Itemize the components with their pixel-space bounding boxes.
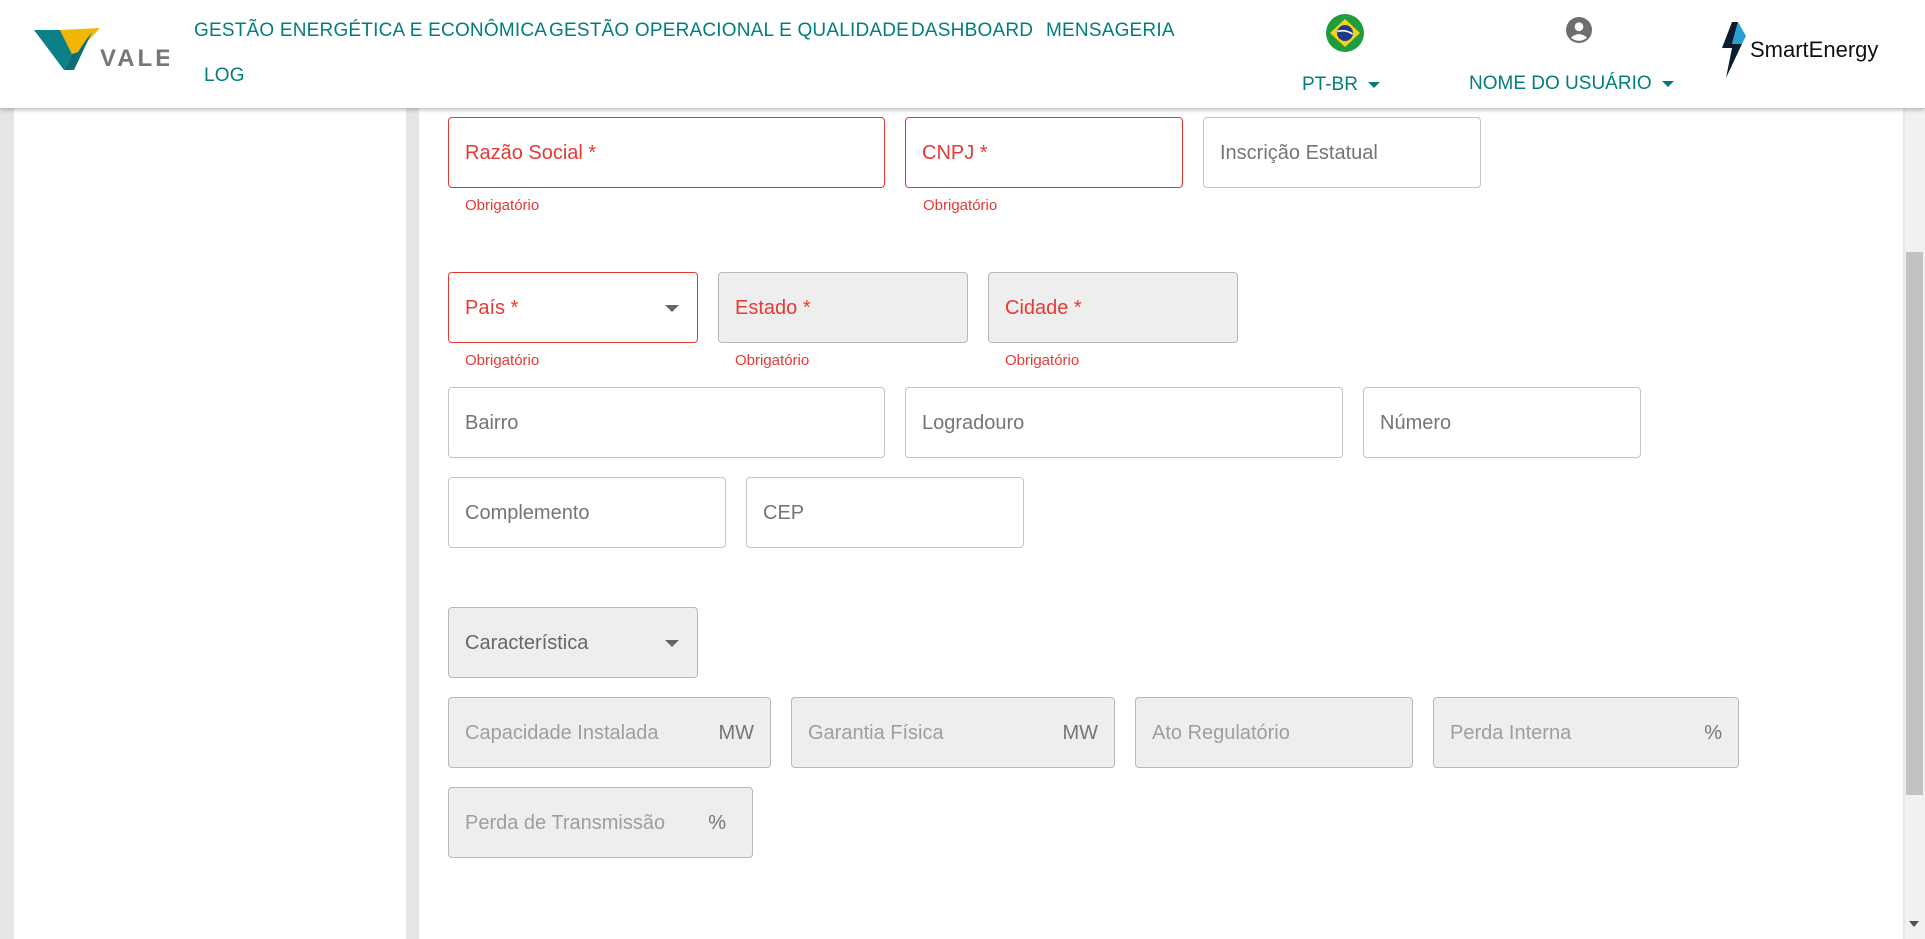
inscricao-estatual-label: Inscrição Estatual (1220, 142, 1378, 164)
garantia-unit: MW (1062, 722, 1098, 744)
capacidade-instalada-field[interactable]: Capacidade Instalada MW (448, 697, 771, 768)
logradouro-field[interactable]: Logradouro (905, 387, 1343, 458)
nav-gestao-operacional[interactable]: GESTÃO OPERACIONAL E QUALIDADE (549, 20, 909, 42)
cidade-label: Cidade * (1005, 297, 1082, 319)
vale-logo-text: VALE (100, 45, 169, 72)
cep-label: CEP (763, 502, 805, 524)
scroll-down-arrow-icon[interactable] (1909, 921, 1919, 927)
top-header: VALE GESTÃO ENERGÉTICA E ECONÔMICA GESTÃ… (0, 0, 1925, 108)
dropdown-arrow-icon (665, 305, 679, 312)
razao-social-helper: Obrigatório (465, 197, 540, 214)
logradouro-label: Logradouro (922, 412, 1025, 434)
perda-interna-field[interactable]: Perda Interna % (1433, 697, 1739, 768)
bairro-field[interactable]: Bairro (448, 387, 885, 458)
ato-regulatorio-label: Ato Regulatório (1152, 722, 1290, 744)
nav-mensageria[interactable]: MENSAGERIA (1046, 20, 1175, 42)
language-label: PT-BR (1302, 74, 1358, 95)
complemento-field[interactable]: Complemento (448, 477, 726, 548)
nav-gestao-energetica[interactable]: GESTÃO ENERGÉTICA E ECONÔMICA (194, 20, 547, 42)
cnpj-field[interactable]: CNPJ * (905, 117, 1183, 188)
bairro-label: Bairro (465, 412, 519, 434)
cidade-helper: Obrigatório (1005, 352, 1080, 369)
cnpj-label: CNPJ * (922, 142, 988, 164)
cep-field[interactable]: CEP (746, 477, 1024, 548)
razao-social-field[interactable]: Razão Social * (448, 117, 885, 188)
caracteristica-label: Característica (465, 632, 589, 654)
caracteristica-select[interactable]: Característica (448, 607, 698, 678)
perda-transmissao-unit: % (708, 812, 726, 834)
left-panel (14, 108, 406, 939)
perda-interna-label: Perda Interna (1450, 722, 1572, 744)
capacidade-instalada-label: Capacidade Instalada (465, 722, 659, 744)
capacidade-unit: MW (718, 722, 754, 744)
estado-label: Estado * (735, 297, 811, 319)
perda-transmissao-label: Perda de Transmissão (465, 812, 666, 834)
perda-transmissao-field[interactable]: Perda de Transmissão % (448, 787, 753, 858)
complemento-label: Complemento (465, 502, 590, 524)
numero-field[interactable]: Número (1363, 387, 1641, 458)
chevron-down-icon (1661, 80, 1674, 87)
pais-label: País * (465, 297, 519, 319)
pais-helper: Obrigatório (465, 352, 540, 369)
smartenergy-logo-text: SmartEnergy (1750, 37, 1878, 62)
estado-field[interactable]: Estado * (718, 272, 968, 343)
pais-select[interactable]: País * (448, 272, 698, 343)
nav-dashboard[interactable]: DASHBOARD (911, 20, 1033, 42)
razao-social-label: Razão Social * (465, 142, 597, 164)
scrollbar-thumb[interactable] (1906, 252, 1923, 795)
dropdown-arrow-icon (665, 640, 679, 647)
chevron-down-icon (1367, 81, 1380, 88)
vale-logo[interactable]: VALE (34, 24, 169, 80)
cnpj-helper: Obrigatório (923, 197, 998, 214)
cidade-field[interactable]: Cidade * (988, 272, 1238, 343)
user-menu[interactable]: NOME DO USUÁRIO (1469, 73, 1674, 95)
numero-label: Número (1380, 412, 1452, 434)
brazil-flag-icon[interactable] (1326, 14, 1364, 52)
perda-interna-unit: % (1704, 722, 1722, 744)
estado-helper: Obrigatório (735, 352, 810, 369)
nav-log[interactable]: LOG (204, 65, 245, 87)
garantia-fisica-label: Garantia Física (808, 722, 944, 744)
language-selector[interactable]: PT-BR (1302, 74, 1380, 96)
account-circle-icon[interactable] (1566, 17, 1592, 43)
garantia-fisica-field[interactable]: Garantia Física MW (791, 697, 1115, 768)
user-name-label: NOME DO USUÁRIO (1469, 73, 1652, 94)
ato-regulatorio-field[interactable]: Ato Regulatório (1135, 697, 1413, 768)
inscricao-estatual-field[interactable]: Inscrição Estatual (1203, 117, 1481, 188)
smartenergy-logo[interactable]: SmartEnergy (1718, 22, 1893, 78)
